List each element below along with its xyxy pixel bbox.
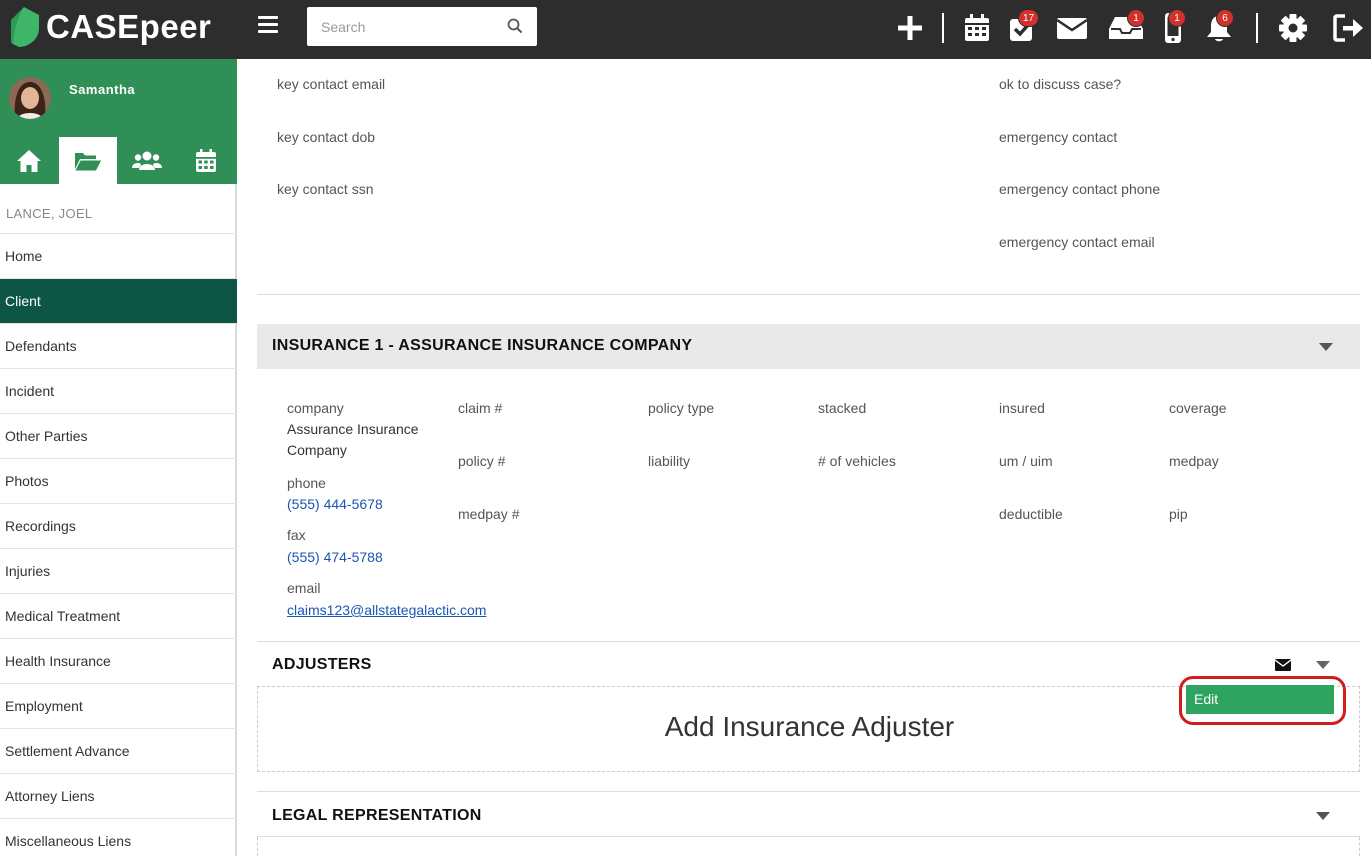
toolbar-divider (1256, 13, 1258, 43)
sidebar-item-defendants[interactable]: Defendants (0, 323, 237, 368)
field-label: key contact ssn (277, 181, 374, 197)
mail-icon[interactable] (1055, 12, 1089, 44)
notifications-badge: 6 (1216, 9, 1234, 27)
field-label: fax (287, 527, 306, 543)
divider (257, 791, 1360, 792)
phone-link[interactable]: (555) 444-5678 (287, 496, 383, 512)
legal-representation-box (257, 837, 1360, 856)
tasks-badge: 17 (1018, 9, 1040, 27)
tab-contacts[interactable] (119, 137, 176, 184)
chevron-down-icon[interactable] (1319, 343, 1333, 351)
insurance-title: INSURANCE 1 - ASSURANCE INSURANCE COMPAN… (272, 337, 693, 354)
field-label: # of vehicles (818, 453, 896, 469)
sidebar-item-recordings[interactable]: Recordings (0, 503, 237, 548)
field-label: medpay (1169, 453, 1219, 469)
chevron-down-icon[interactable] (1316, 812, 1330, 820)
sidebar-item-employment[interactable]: Employment (0, 683, 237, 728)
main-content: key contact email key contact dob key co… (239, 59, 1371, 856)
fax-link[interactable]: (555) 474-5788 (287, 549, 383, 565)
legal-representation-title: LEGAL REPRESENTATION (272, 807, 482, 824)
sidebar: Samantha LANCE, JOEL Home Client Defenda… (0, 59, 237, 856)
field-label: liability (648, 453, 691, 469)
sidebar-item-home[interactable]: Home (0, 233, 237, 278)
field-label: key contact email (277, 76, 386, 92)
insurance-section-header[interactable]: INSURANCE 1 - ASSURANCE INSURANCE COMPAN… (257, 324, 1360, 369)
case-name: LANCE, JOEL (6, 206, 93, 221)
folder-open-icon (74, 152, 101, 170)
user-panel: Samantha (0, 59, 237, 184)
sidebar-item-health-insurance[interactable]: Health Insurance (0, 638, 237, 683)
field-label: policy type (648, 400, 715, 416)
sidebar-item-other-parties[interactable]: Other Parties (0, 413, 237, 458)
tab-cases[interactable] (59, 137, 117, 184)
sidebar-item-settlement-advance[interactable]: Settlement Advance (0, 728, 237, 773)
inbox-badge: 1 (1127, 9, 1145, 27)
sidebar-item-miscellaneous-liens[interactable]: Miscellaneous Liens (0, 818, 237, 863)
search-box (307, 7, 537, 46)
logo-text: CASEpeer (46, 8, 212, 45)
inbox-icon[interactable]: 1 (1107, 9, 1145, 44)
company-value: Assurance Insurance (287, 421, 419, 437)
field-label: deductible (999, 506, 1063, 522)
calendar-icon[interactable] (962, 12, 992, 44)
leaf-logo-icon (11, 7, 39, 47)
tasks-icon[interactable]: 17 (1007, 9, 1040, 44)
field-label: ok to discuss case? (999, 76, 1122, 92)
toolbar-divider (942, 13, 944, 43)
settings-gear-icon[interactable] (1278, 12, 1308, 44)
chevron-down-icon[interactable] (1316, 661, 1330, 669)
field-label: claim # (458, 400, 503, 416)
field-label: coverage (1169, 400, 1227, 416)
adjusters-title: ADJUSTERS (272, 656, 372, 673)
avatar[interactable] (9, 77, 51, 119)
divider (257, 641, 1360, 642)
add-icon[interactable] (895, 12, 925, 44)
logout-icon[interactable] (1332, 12, 1366, 44)
field-label: medpay # (458, 506, 520, 522)
field-label: emergency contact email (999, 234, 1155, 250)
notifications-bell-icon[interactable]: 6 (1204, 9, 1234, 44)
sidebar-item-attorney-liens[interactable]: Attorney Liens (0, 773, 237, 818)
field-label: um / uim (999, 453, 1053, 469)
sidebar-item-medical-treatment[interactable]: Medical Treatment (0, 593, 237, 638)
username: Samantha (69, 82, 136, 97)
logo[interactable]: CASEpeer (10, 5, 211, 49)
company-value: Company (287, 442, 347, 458)
home-icon (16, 149, 41, 172)
case-menu: Home Client Defendants Incident Other Pa… (0, 233, 237, 863)
tab-home[interactable] (0, 137, 57, 184)
field-label: insured (999, 400, 1045, 416)
top-navbar: CASEpeer 17 (0, 0, 1371, 59)
sidebar-item-injuries[interactable]: Injuries (0, 548, 237, 593)
phone-badge: 1 (1168, 9, 1186, 27)
envelope-icon[interactable] (1275, 659, 1291, 671)
sidebar-item-photos[interactable]: Photos (0, 458, 237, 503)
field-label: emergency contact (999, 129, 1118, 145)
highlight-annotation (1179, 676, 1346, 725)
field-label: phone (287, 475, 326, 491)
sidebar-item-client[interactable]: Client (0, 278, 237, 323)
sidebar-item-incident[interactable]: Incident (0, 368, 237, 413)
search-input[interactable] (307, 7, 497, 46)
calendar-icon (196, 148, 217, 172)
field-label: email (287, 580, 321, 596)
search-icon[interactable] (507, 18, 523, 34)
field-label: pip (1169, 506, 1188, 522)
field-label: stacked (818, 400, 867, 416)
users-icon (132, 151, 163, 170)
sidebar-nav-tabs (0, 137, 237, 184)
mobile-phone-icon[interactable]: 1 (1158, 9, 1188, 44)
menu-toggle-icon[interactable] (258, 16, 278, 34)
divider (257, 294, 1360, 295)
field-label: company (287, 400, 344, 416)
field-label: policy # (458, 453, 506, 469)
email-link[interactable]: claims123@allstategalactic.com (287, 602, 486, 618)
tab-calendar[interactable] (178, 137, 235, 184)
field-label: emergency contact phone (999, 181, 1161, 197)
field-label: key contact dob (277, 129, 376, 145)
